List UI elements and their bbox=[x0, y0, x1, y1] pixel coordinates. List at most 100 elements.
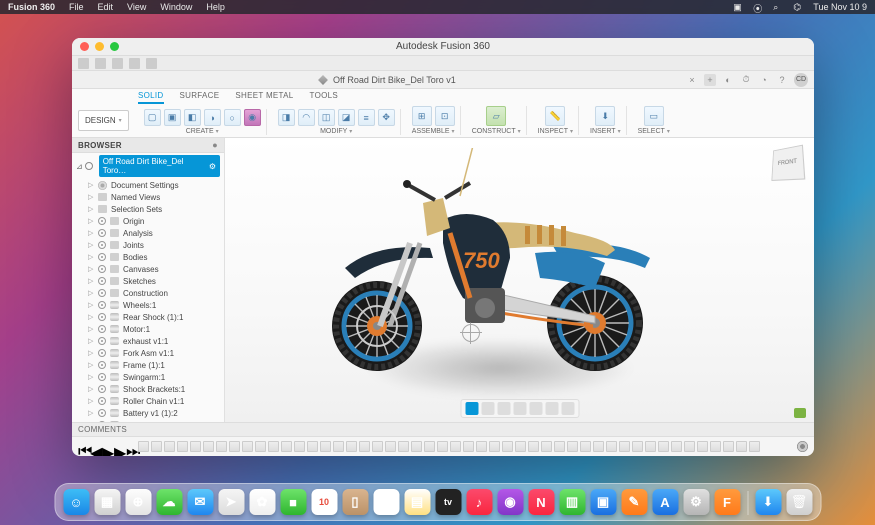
comments-bar[interactable]: COMMENTS bbox=[72, 422, 814, 436]
dock-news-icon[interactable]: N bbox=[528, 489, 554, 515]
chevron-down-icon[interactable]: ▾ bbox=[452, 128, 455, 135]
timeline-step[interactable] bbox=[710, 441, 721, 452]
dock-safari-icon[interactable]: ⊕ bbox=[125, 489, 151, 515]
timeline-step[interactable] bbox=[255, 441, 266, 452]
chevron-down-icon[interactable]: ▾ bbox=[216, 128, 219, 135]
notifications-icon[interactable]: ⏱ bbox=[740, 74, 752, 86]
menubar-clock[interactable]: Tue Nov 10 9 bbox=[813, 2, 867, 12]
extrude-icon[interactable]: ◧ bbox=[184, 109, 201, 126]
revolve-icon[interactable]: ◑ bbox=[204, 109, 221, 126]
insert-icon[interactable]: ⬇ bbox=[595, 106, 615, 126]
align-icon[interactable]: ≡ bbox=[358, 109, 375, 126]
timeline-start-button[interactable]: ⏮ bbox=[78, 443, 86, 451]
timeline-step[interactable] bbox=[528, 441, 539, 452]
visibility-icon[interactable] bbox=[98, 337, 106, 345]
sketch-icon[interactable]: ▢ bbox=[144, 109, 161, 126]
move-icon[interactable]: ✥ bbox=[378, 109, 395, 126]
dock-messages-icon[interactable]: ☁ bbox=[156, 489, 182, 515]
dock-numbers-icon[interactable]: ▥ bbox=[559, 489, 585, 515]
box-icon[interactable]: ▣ bbox=[164, 109, 181, 126]
menu-edit[interactable]: Edit bbox=[98, 2, 114, 12]
grid-button[interactable] bbox=[497, 402, 510, 415]
visibility-icon[interactable] bbox=[98, 217, 106, 225]
dock-contacts-icon[interactable]: ▯ bbox=[342, 489, 368, 515]
timeline-step[interactable] bbox=[606, 441, 617, 452]
root-options-icon[interactable]: ⚙ bbox=[209, 162, 216, 171]
dock-keynote-icon[interactable]: ▣ bbox=[590, 489, 616, 515]
expand-icon[interactable]: ▷ bbox=[88, 361, 94, 369]
chevron-down-icon[interactable]: ▾ bbox=[518, 128, 521, 135]
joint-icon[interactable]: ⊞ bbox=[412, 106, 432, 126]
qat-grid-icon[interactable] bbox=[78, 58, 89, 69]
visibility-icon[interactable] bbox=[98, 349, 106, 357]
expand-icon[interactable]: ▷ bbox=[88, 265, 94, 273]
dock-settings-icon[interactable]: ⚙ bbox=[683, 489, 709, 515]
chevron-down-icon[interactable]: ▾ bbox=[667, 128, 670, 135]
control-center-icon[interactable]: ⌬ bbox=[793, 2, 803, 12]
select-icon[interactable]: ▭ bbox=[644, 106, 664, 126]
dock-podcasts-icon[interactable]: ◉ bbox=[497, 489, 523, 515]
timeline-step[interactable] bbox=[385, 441, 396, 452]
expand-icon[interactable]: ▷ bbox=[88, 349, 94, 357]
expand-icon[interactable]: ▷ bbox=[88, 397, 94, 405]
expand-icon[interactable]: ▷ bbox=[88, 337, 94, 345]
browser-item[interactable]: ▷Analysis bbox=[74, 227, 222, 239]
expand-icon[interactable]: ▷ bbox=[88, 313, 94, 321]
visibility-icon[interactable] bbox=[98, 289, 106, 297]
timeline-step[interactable] bbox=[463, 441, 474, 452]
chat-icon[interactable] bbox=[794, 408, 806, 418]
timeline-step[interactable] bbox=[177, 441, 188, 452]
timeline-step[interactable] bbox=[450, 441, 461, 452]
ribbon-tab-tools[interactable]: TOOLS bbox=[310, 91, 338, 104]
browser-item[interactable]: ▷Bodies bbox=[74, 251, 222, 263]
dock-photos-icon[interactable]: ✿ bbox=[249, 489, 275, 515]
expand-icon[interactable]: ▷ bbox=[88, 301, 94, 309]
timeline-step[interactable] bbox=[307, 441, 318, 452]
dock-calendar-icon[interactable]: 10 bbox=[311, 489, 337, 515]
timeline-step[interactable] bbox=[437, 441, 448, 452]
timeline-step[interactable] bbox=[619, 441, 630, 452]
qat-save-icon[interactable] bbox=[112, 58, 123, 69]
qat-redo-icon[interactable] bbox=[146, 58, 157, 69]
help-icon[interactable]: ? bbox=[776, 74, 788, 86]
timeline-step[interactable] bbox=[749, 441, 760, 452]
layout-button[interactable] bbox=[561, 402, 574, 415]
menu-view[interactable]: View bbox=[127, 2, 146, 12]
dock-mail-icon[interactable]: ✉ bbox=[187, 489, 213, 515]
dock-tv-icon[interactable]: tv bbox=[435, 489, 461, 515]
browser-item[interactable]: ▷Cooling System:1 bbox=[74, 419, 222, 422]
browser-item[interactable]: ▷Selection Sets bbox=[74, 203, 222, 215]
camera-icon[interactable]: ▣ bbox=[733, 2, 743, 12]
dock-finder-icon[interactable]: ☺ bbox=[63, 489, 89, 515]
browser-item[interactable]: ▷Document Settings bbox=[74, 179, 222, 191]
user-avatar[interactable]: CD bbox=[794, 73, 808, 87]
ribbon-tab-sheetmetal[interactable]: SHEET METAL bbox=[235, 91, 293, 104]
dock-facetime-icon[interactable]: ■ bbox=[280, 489, 306, 515]
timeline-step[interactable] bbox=[684, 441, 695, 452]
display-settings-button[interactable] bbox=[481, 402, 494, 415]
dock-maps-icon[interactable]: ➤ bbox=[218, 489, 244, 515]
expand-icon[interactable]: ▷ bbox=[88, 373, 94, 381]
timeline-step[interactable] bbox=[658, 441, 669, 452]
visibility-icon[interactable] bbox=[98, 373, 106, 381]
browser-item[interactable]: ▷exhaust v1:1 bbox=[74, 335, 222, 347]
timeline-step[interactable] bbox=[268, 441, 279, 452]
dock-reminders-icon[interactable]: ≣ bbox=[373, 489, 399, 515]
visibility-icon[interactable] bbox=[98, 313, 106, 321]
dock-music-icon[interactable]: ♪ bbox=[466, 489, 492, 515]
visibility-icon[interactable] bbox=[98, 253, 106, 261]
expand-icon[interactable]: ▷ bbox=[88, 421, 94, 422]
browser-root-node[interactable]: Off Road Dirt Bike_Del Toro… ⚙ bbox=[99, 155, 220, 177]
hole-icon[interactable]: ○ bbox=[224, 109, 241, 126]
camera-button[interactable] bbox=[545, 402, 558, 415]
form-icon[interactable]: ◉ bbox=[244, 109, 261, 126]
menubar-app-name[interactable]: Fusion 360 bbox=[8, 2, 55, 12]
timeline-settings-icon[interactable] bbox=[797, 441, 808, 452]
dock-launchpad-icon[interactable]: ▦ bbox=[94, 489, 120, 515]
construct-plane-icon[interactable]: ▱ bbox=[486, 106, 506, 126]
visibility-icon[interactable] bbox=[98, 409, 106, 417]
fillet-icon[interactable]: ◠ bbox=[298, 109, 315, 126]
viewcube[interactable]: FRONT bbox=[771, 145, 805, 181]
timeline-step[interactable] bbox=[151, 441, 162, 452]
visibility-icon[interactable] bbox=[98, 361, 106, 369]
